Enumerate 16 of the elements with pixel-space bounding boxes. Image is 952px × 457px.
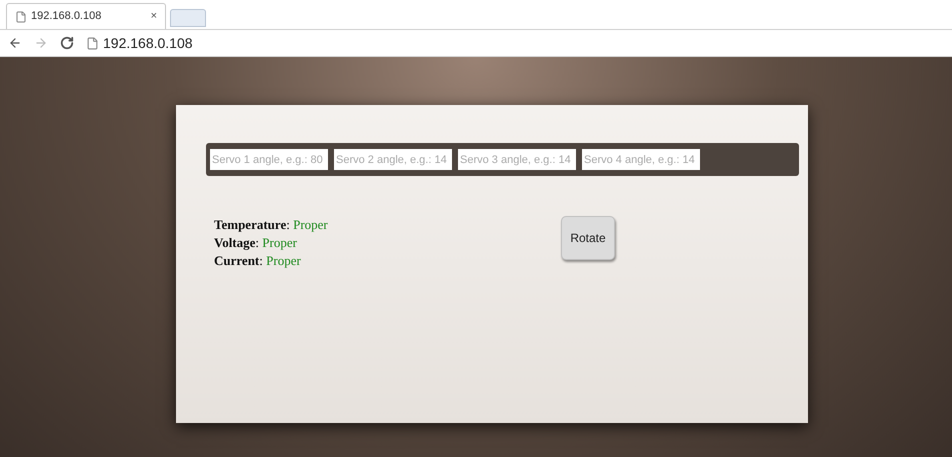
angle-input[interactable]: Servo 1 angle, e.g.: 80 <box>210 149 328 170</box>
close-button[interactable]: × <box>150 8 157 25</box>
browser-tab[interactable]: 192.168.0.108 × <box>6 3 166 29</box>
tab-title: 192.168.0.108 <box>31 9 102 24</box>
angle-input[interactable]: Servo 4 angle, e.g.: 14 <box>582 149 700 170</box>
address-field[interactable]: 192.168.0.108 <box>86 32 944 54</box>
status-line: Current: Proper <box>214 252 302 270</box>
back-icon[interactable] <box>8 36 22 50</box>
angle-input[interactable]: Servo 2 angle, e.g.: 14 <box>334 149 452 170</box>
status-line: Voltage: Proper <box>214 234 298 252</box>
rotate-button[interactable]: Rotate <box>561 216 615 260</box>
angle-input[interactable]: Servo 3 angle, e.g.: 14 <box>458 149 576 170</box>
page-icon <box>86 36 99 50</box>
reload-icon[interactable] <box>60 36 74 50</box>
status-line: Temperature: Proper <box>214 216 329 234</box>
page-icon <box>15 10 27 22</box>
